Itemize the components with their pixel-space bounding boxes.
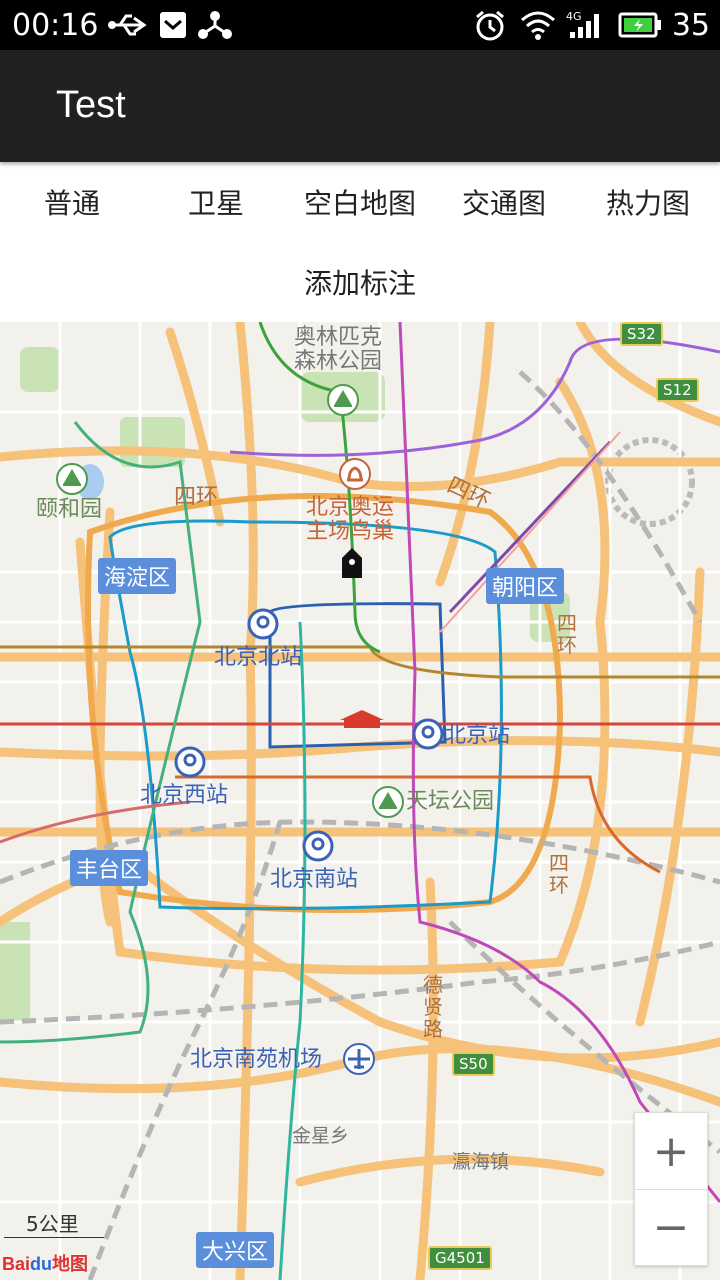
share-icon	[198, 11, 232, 39]
tiananmen-icon	[340, 710, 384, 728]
wifi-icon	[521, 11, 555, 40]
svg-text:4G: 4G	[566, 10, 582, 23]
beijing-south-station-label: 北京南站	[270, 867, 359, 892]
status-time: 00:16	[12, 8, 99, 43]
bird-nest-label: 北京奥运 主场鸟巢	[306, 495, 395, 545]
park-area	[120, 417, 185, 467]
stadium-poi-icon	[339, 458, 371, 490]
train-station-icon	[302, 830, 334, 862]
district-label: 丰台区	[70, 850, 149, 886]
fourth-ring-label: 四环	[557, 611, 577, 657]
zoom-controls: + −	[634, 1112, 708, 1266]
highway-badge: S32	[620, 322, 663, 346]
fourth-ring-label: 四环	[549, 851, 569, 897]
alarm-icon	[476, 10, 504, 41]
zoom-out-button[interactable]: −	[635, 1189, 707, 1265]
town-label: 金星乡	[292, 1125, 350, 1147]
tab-heatmap[interactable]: 热力图	[576, 162, 720, 242]
app-bar: Test	[0, 50, 720, 162]
road-label: 德贤路	[423, 973, 443, 1041]
usb-icon	[108, 14, 147, 36]
train-station-icon	[412, 718, 444, 750]
map-marker-icon[interactable]	[342, 548, 362, 578]
baidu-map-logo: Baidu地图	[2, 1250, 88, 1276]
app-title: Test	[56, 84, 126, 126]
town-label: 瀛海镇	[452, 1151, 510, 1173]
nanyuan-airport-label: 北京南苑机场	[190, 1047, 323, 1072]
train-station-icon	[247, 608, 279, 640]
battery-icon	[618, 12, 661, 38]
mail-icon	[160, 12, 186, 38]
beijing-north-station-label: 北京北站	[214, 645, 303, 670]
map-view[interactable]: 奥林匹克 森林公园 颐和园 四环 四环 四环 四环 北京奥运 主场鸟巢 北京北站…	[0, 322, 720, 1280]
highway-badge: G4501	[428, 1246, 492, 1270]
subway-line-6	[0, 645, 720, 679]
park-area	[0, 922, 30, 1022]
logo-du: du	[30, 1254, 53, 1274]
temple-of-heaven-label: 天坛公园	[406, 789, 495, 814]
train-station-icon	[174, 746, 206, 778]
scale-bar: 5公里	[4, 1208, 104, 1238]
park-area	[20, 347, 60, 392]
zoom-in-button[interactable]: +	[635, 1113, 707, 1189]
tab-blank-map[interactable]: 空白地图	[288, 162, 432, 242]
summer-palace-label: 颐和园	[36, 497, 103, 522]
map-type-tabs: 普通 卫星 空白地图 交通图 热力图	[0, 162, 720, 242]
district-label: 朝阳区	[486, 568, 565, 604]
battery-level: 35	[671, 8, 710, 43]
status-bar: 00:16 4G 35	[0, 0, 720, 50]
district-label: 海淀区	[98, 558, 177, 594]
fourth-ring-label: 四环	[174, 485, 219, 510]
highway-badge: S12	[656, 378, 699, 402]
logo-map: 地图	[52, 1254, 89, 1274]
tab-normal[interactable]: 普通	[0, 162, 144, 242]
signal-4g-icon: 4G	[566, 10, 599, 38]
logo-bai: Bai	[2, 1254, 31, 1274]
district-label: 大兴区	[196, 1232, 275, 1268]
beijing-west-station-label: 北京西站	[140, 783, 229, 808]
annotation-row: 添加标注	[0, 242, 720, 322]
tab-traffic[interactable]: 交通图	[432, 162, 576, 242]
add-annotation-button[interactable]: 添加标注	[284, 252, 436, 312]
beijing-station-label: 北京站	[444, 723, 511, 748]
tab-satellite[interactable]: 卫星	[144, 162, 288, 242]
map-canvas[interactable]	[0, 322, 720, 1280]
olympic-forest-label: 奥林匹克 森林公园	[294, 325, 383, 375]
highway-badge: S50	[452, 1052, 495, 1076]
